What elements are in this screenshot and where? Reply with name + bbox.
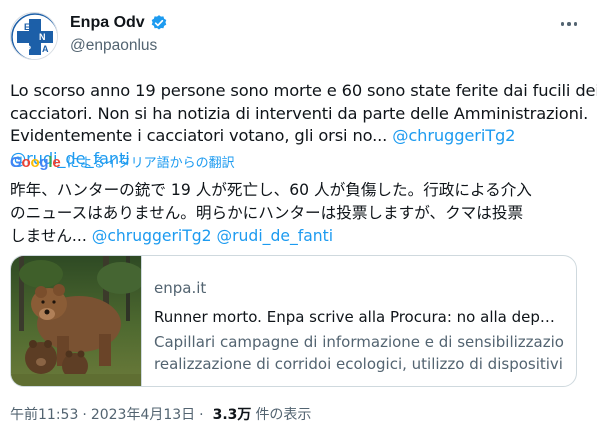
views-label: 件の表示 [255,407,312,423]
tweet-text-line: cacciatori. Non si ha notizia di interve… [10,103,589,123]
link-card-info: enpa.it Runner morto. Enpa scrive alla P… [142,256,576,386]
link-preview-card[interactable]: enpa.it Runner morto. Enpa scrive alla P… [10,255,577,387]
translated-text-line: 昨年、ハンターの銃で 19 人が死亡し、60 人が負傷した。行政による介入 [10,181,532,199]
translation-attribution: Google によるイタリア語からの翻訳 [10,152,235,171]
translated-text-line: のニュースはありません。明らかにハンターは投票しますが、クマは投票 [10,204,524,222]
avatar[interactable]: E N P A [10,12,58,60]
avatar-letter-e: E [24,22,30,32]
verified-badge-icon [150,14,168,32]
tweet-meta: 午前11:53 · 2023年4月13日 · 3.3万 件の表示 [10,404,311,424]
link-card-image [11,256,142,386]
tweet-time[interactable]: 午前11:53 [10,404,78,424]
author-name-row: Enpa Odv [70,14,168,32]
translated-text: 昨年、ハンターの銃で 19 人が死亡し、60 人が負傷した。行政による介入 のニ… [10,179,590,248]
meta-separator: · [199,407,204,423]
mention-link[interactable]: @chruggeriTg2 [92,227,212,245]
display-name[interactable]: Enpa Odv [70,14,145,32]
more-options-icon[interactable] [555,14,583,34]
meta-separator: · [82,407,87,423]
tweet-text-line: Evidentemente i cacciatori votano, gli o… [10,125,590,148]
link-card-description-line: realizzazione di corridoi ecologici, uti… [154,354,564,373]
tweet: E N P A Enpa Odv @enpaonlus Lo scorso an… [0,0,597,436]
link-card-title: Runner morto. Enpa scrive alla Procura: … [154,308,564,326]
link-card-description-line: Capillari campagne di informazione e di … [154,333,564,351]
avatar-letter-p: P [25,44,31,54]
translated-text-line: しません... @chruggeriTg2 @rudi_de_fanti [10,225,590,248]
mention-link[interactable]: @rudi_de_fanti [217,227,334,245]
avatar-letter-n: N [39,32,46,42]
avatar-letter-a: A [42,44,49,54]
tweet-date[interactable]: 2023年4月13日 [91,404,195,424]
tweet-text-line: Lo scorso anno 19 persone sono morte e 6… [10,81,597,100]
google-logo: Google [10,154,61,171]
avatar-cross-logo: E N P A [11,13,57,59]
translated-text-segment: しません... [10,227,92,245]
views-count[interactable]: 3.3万 [213,404,252,424]
link-card-description: Capillari campagne di informazione e di … [154,332,564,375]
link-card-domain: enpa.it [154,279,207,297]
handle[interactable]: @enpaonlus [70,37,157,55]
tweet-text-segment: Evidentemente i cacciatori votano, gli o… [10,126,393,145]
mention-link[interactable]: @chruggeriTg2 [392,126,515,145]
translation-label[interactable]: によるイタリア語からの翻訳 [67,152,235,171]
